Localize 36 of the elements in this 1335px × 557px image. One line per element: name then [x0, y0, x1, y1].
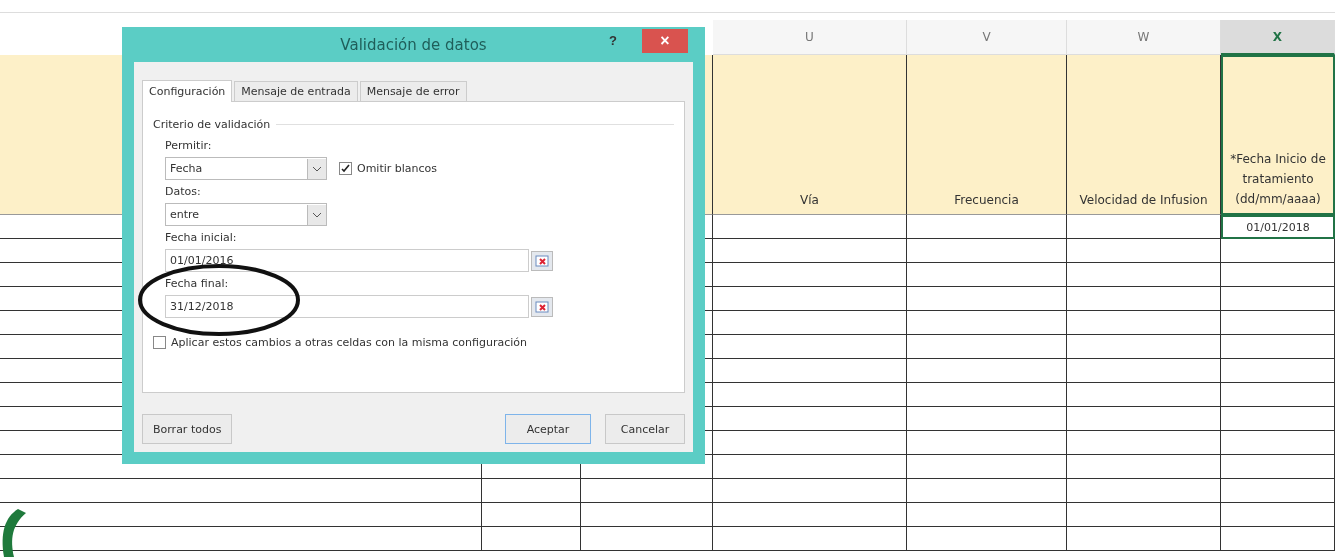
- checkmark-icon: [341, 164, 350, 173]
- column-letter[interactable]: V: [907, 20, 1067, 55]
- column-letter[interactable]: W: [1067, 20, 1221, 55]
- dropdown[interactable]: Fecha: [165, 157, 327, 180]
- range-picker-icon[interactable]: [531, 250, 553, 271]
- header-cell: Velocidad de Infusion: [1067, 55, 1221, 215]
- checkbox[interactable]: [153, 336, 166, 349]
- checkbox[interactable]: [339, 162, 352, 175]
- header-cell: *Fecha Inicio de tratamiento (dd/mm/aaaa): [1221, 55, 1335, 215]
- caret-icon: [307, 158, 326, 179]
- header-cell: Frecuencia: [907, 55, 1067, 215]
- close-button[interactable]: ×: [642, 29, 688, 53]
- input-field[interactable]: 31/12/2018: [165, 295, 529, 318]
- dialog-button[interactable]: Aceptar: [505, 414, 591, 444]
- column-letter[interactable]: X: [1221, 20, 1335, 55]
- field-label: Fecha final:: [165, 277, 229, 290]
- dialog-button[interactable]: Cancelar: [605, 414, 685, 444]
- dialog-button[interactable]: Borrar todos: [142, 414, 233, 444]
- tab[interactable]: Mensaje de error: [359, 81, 467, 101]
- field-label: Fecha inicial:: [165, 231, 237, 244]
- tab[interactable]: Configuración: [142, 80, 233, 102]
- tab[interactable]: Mensaje de entrada: [234, 81, 358, 101]
- dropdown[interactable]: entre: [165, 203, 327, 226]
- help-button[interactable]: ?: [605, 33, 621, 48]
- window-title: Validación de datos: [340, 35, 487, 54]
- field-label: Permitir:: [165, 139, 212, 152]
- section-title: Criterio de validación: [153, 118, 271, 131]
- header-cell: Vía: [713, 55, 907, 215]
- range-picker-icon[interactable]: [531, 296, 553, 317]
- caret-icon: [307, 204, 326, 225]
- input-field[interactable]: 01/01/2016: [165, 249, 529, 272]
- column-letter[interactable]: U: [713, 20, 907, 55]
- field-label: Datos:: [165, 185, 201, 198]
- checkbox-label: Aplicar estos cambios a otras celdas con la misma configuración: [171, 336, 527, 349]
- checkbox-label: Omitir blancos: [357, 162, 438, 175]
- table-cell: 01/01/2018: [1221, 215, 1335, 239]
